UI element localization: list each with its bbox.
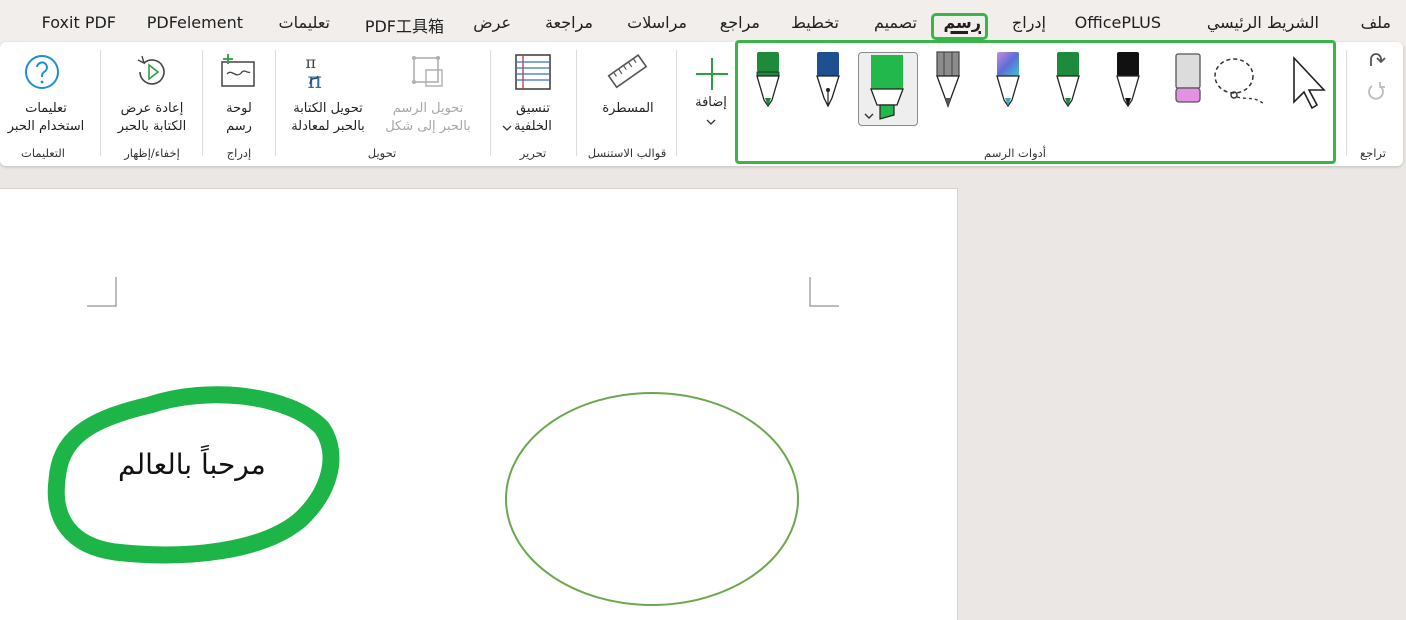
eraser-button[interactable]: [1164, 50, 1212, 112]
separator: [490, 50, 491, 156]
menu-layout[interactable]: تخطيط: [791, 13, 839, 32]
group-label-edit: تحرير: [519, 146, 547, 160]
green-marker-icon: [756, 52, 780, 108]
lasso-select-icon: [1214, 58, 1265, 105]
group-label-stencils: قوالب الاستنسل: [587, 146, 667, 160]
group-label-help: التعليمات: [21, 146, 65, 160]
ink-to-math-icon: π π: [306, 53, 322, 92]
svg-text:π: π: [308, 69, 322, 92]
black-pen-button[interactable]: [1104, 50, 1152, 112]
galaxy-pen-button[interactable]: [984, 50, 1032, 112]
ink-help-button[interactable]: تعليمات استخدام الحبر: [0, 50, 92, 140]
menu-view[interactable]: عرض: [473, 13, 511, 32]
plus-icon: [696, 58, 728, 90]
menu-home[interactable]: الشريط الرئيسي: [1207, 13, 1319, 32]
ink-replay-label: إعادة عرض الكتابة بالحبر: [117, 101, 187, 134]
menu-help[interactable]: تعليمات: [279, 13, 330, 32]
menu-review[interactable]: مراجعة: [545, 13, 593, 32]
menu-pdfelement[interactable]: PDFelement: [147, 13, 243, 32]
chevron-down-icon: [502, 125, 512, 131]
group-label-show-hide: إخفاء/إظهار: [124, 146, 180, 160]
ruled-paper-icon: [515, 54, 551, 90]
ink-replay-icon: [137, 55, 165, 85]
menu-references[interactable]: مراجع: [720, 13, 760, 32]
lasso-select-button[interactable]: [1214, 50, 1270, 112]
ink-to-shape-button[interactable]: تحويل الرسم بالحبر إلى شكل: [380, 50, 476, 140]
menu-mailings[interactable]: مراسلات: [627, 13, 687, 32]
drawing-canvas-icon: [221, 54, 255, 87]
separator: [1346, 50, 1347, 156]
format-background-label: تنسيق الخلفية: [514, 101, 552, 134]
menu-design[interactable]: تصميم: [874, 13, 917, 32]
redo-icon: [1370, 53, 1386, 66]
format-background-button[interactable]: تنسيق الخلفية: [494, 50, 572, 140]
drawing-canvas-button[interactable]: لوحة رسم: [210, 50, 268, 140]
menu-foxit-pdf[interactable]: Foxit PDF: [42, 13, 116, 32]
ink-help-label: تعليمات استخدام الحبر: [7, 101, 85, 134]
green-pen-icon: [1056, 52, 1080, 108]
select-cursor-button[interactable]: [1284, 50, 1332, 112]
pencil-button[interactable]: [924, 50, 972, 112]
draw-tab-highlight: [931, 13, 988, 40]
pencil-icon: [936, 51, 960, 108]
hello-world-text[interactable]: مرحباً بالعالم: [118, 448, 266, 481]
menu-insert[interactable]: إدراج: [1012, 13, 1046, 32]
chevron-down-icon[interactable]: [863, 111, 875, 121]
group-label-convert: تحويل: [367, 146, 397, 160]
blue-fountain-pen-icon: [816, 52, 840, 108]
undo-button[interactable]: [1358, 80, 1388, 108]
group-label-undo: تراجع: [1360, 146, 1386, 160]
black-pen-icon: [1116, 52, 1140, 108]
green-marker-button[interactable]: [744, 50, 792, 112]
green-pen-button[interactable]: [1044, 50, 1092, 112]
document-page[interactable]: [0, 188, 958, 620]
group-label-insert: إدراج: [226, 146, 252, 160]
green-highlighter-button[interactable]: [858, 52, 918, 126]
galaxy-pen-icon: [996, 52, 1020, 108]
undo-icon: [1368, 82, 1385, 100]
ink-to-shape-icon: [412, 56, 443, 87]
menu-pdf-toolbox[interactable]: PDF工具箱: [365, 13, 444, 37]
menu-file[interactable]: ملف: [1361, 13, 1391, 32]
add-pen-label: إضافة: [695, 95, 727, 110]
blue-fountain-pen-button[interactable]: [804, 50, 852, 112]
help-bulb-icon: [25, 55, 59, 89]
ink-replay-button[interactable]: إعادة عرض الكتابة بالحبر: [106, 50, 198, 140]
ruler-button[interactable]: المسطرة: [588, 50, 668, 120]
menu-officeplus[interactable]: OfficePLUS: [1075, 13, 1161, 32]
redo-button[interactable]: [1358, 48, 1388, 76]
select-cursor-icon: [1293, 55, 1326, 110]
add-pen-button[interactable]: إضافة: [686, 52, 736, 132]
chevron-down-icon: [706, 119, 716, 125]
eraser-icon: [1175, 53, 1201, 103]
ruler-icon: [607, 54, 648, 89]
